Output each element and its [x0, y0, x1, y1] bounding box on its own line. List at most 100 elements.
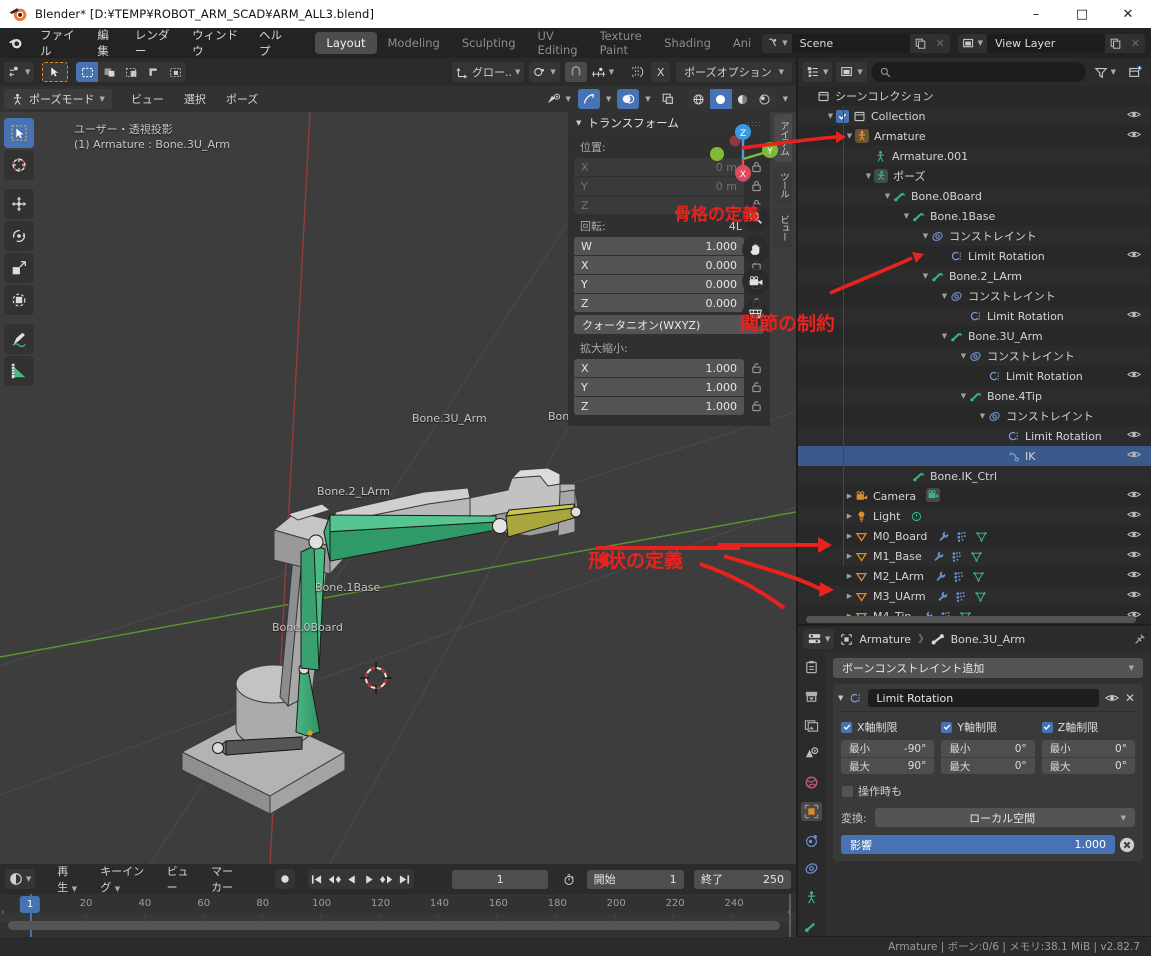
expand-triangle-icon[interactable]: ▼	[825, 112, 836, 120]
lock-icon[interactable]	[751, 362, 762, 374]
scene-name-field[interactable]: Scene	[791, 33, 910, 53]
row-visibility-toggle[interactable]	[1127, 549, 1141, 560]
frame-start-field[interactable]: 開始 1	[586, 869, 684, 889]
rotation-field-Z[interactable]: Z 0.000	[574, 294, 744, 312]
workspace-tab-uv-editing[interactable]: UV Editing	[527, 25, 589, 61]
outliner-row-LimitRotation[interactable]: Limit Rotation	[798, 366, 1151, 386]
eye-icon[interactable]	[1104, 692, 1119, 704]
workspace-tab-modeling[interactable]: Modeling	[377, 32, 451, 54]
outliner-row-[interactable]: シーンコレクション	[798, 86, 1151, 106]
row-visibility-toggle[interactable]	[1127, 489, 1141, 500]
stopwatch-icon[interactable]	[563, 872, 575, 887]
pan-view-button[interactable]	[742, 236, 769, 263]
scene-unlink-button[interactable]: ✕	[930, 33, 950, 53]
minimize-button[interactable]: –	[1013, 0, 1059, 28]
shading-wireframe-button[interactable]	[687, 89, 710, 109]
eye-icon[interactable]	[1127, 449, 1141, 460]
scale-field-Y[interactable]: Y 1.000	[574, 378, 744, 396]
overlays-dropdown[interactable]: ▼	[642, 89, 653, 109]
mode-selector[interactable]: ポーズモード ▼	[4, 89, 112, 109]
view-layer-new-button[interactable]	[1105, 33, 1127, 53]
material-icon[interactable]	[953, 570, 966, 583]
row-visibility-toggle[interactable]	[1127, 309, 1141, 320]
tool-annotate[interactable]	[4, 324, 34, 354]
xray-toggle-button[interactable]	[657, 89, 679, 109]
viewport-menu-0[interactable]: ビュー	[122, 89, 173, 109]
maximize-button[interactable]: □	[1059, 0, 1105, 28]
workspace-tab-sculpting[interactable]: Sculpting	[451, 32, 527, 54]
new-collection-button[interactable]	[1124, 62, 1147, 82]
expand-triangle-icon[interactable]: ▶	[844, 592, 855, 600]
limit-min-field-2[interactable]: 最小 0°	[1042, 740, 1135, 757]
outliner-row-LimitRotation[interactable]: Limit Rotation	[798, 306, 1151, 326]
next-keyframe-button[interactable]	[378, 869, 396, 889]
eye-icon[interactable]	[1127, 589, 1141, 600]
view-axis-gizmo[interactable]: Z Y X	[704, 120, 782, 198]
menu-4[interactable]: ヘルプ	[250, 24, 297, 62]
expand-triangle-icon[interactable]: ▶	[844, 512, 855, 520]
outliner-row-Collection[interactable]: ▼ Collection	[798, 106, 1151, 126]
outliner-row-[interactable]: ▼ コンストレイント	[798, 346, 1151, 366]
outliner-row-[interactable]: ▼ コンストレイント	[798, 226, 1151, 246]
row-visibility-toggle[interactable]	[1127, 529, 1141, 540]
workspace-tab-texture-paint[interactable]: Texture Paint	[589, 25, 654, 61]
select-difference-button[interactable]	[142, 62, 165, 82]
camera-data-icon[interactable]	[926, 488, 941, 504]
timeline-menu-0[interactable]: 再生 ▼	[48, 861, 88, 897]
workspace-tab-ani[interactable]: Ani	[722, 32, 762, 54]
modifier-icon[interactable]	[934, 570, 947, 583]
animate-property-icon[interactable]	[1119, 837, 1135, 853]
outliner-row-[interactable]: ▼ コンストレイント	[798, 286, 1151, 306]
tab-physics[interactable]	[801, 830, 822, 850]
eye-icon[interactable]	[1127, 429, 1141, 440]
eye-icon[interactable]	[1127, 489, 1141, 500]
play-reverse-button[interactable]	[342, 869, 361, 889]
lock-scale-Y[interactable]	[748, 381, 764, 393]
outliner-row-Camera[interactable]: ▶ Camera	[798, 486, 1151, 506]
row-visibility-toggle[interactable]	[1127, 449, 1141, 460]
shading-dropdown[interactable]: ▼	[779, 89, 792, 109]
expand-triangle-icon[interactable]: ▶	[844, 532, 855, 540]
tab-view-layer[interactable]	[801, 744, 822, 764]
rotation-field-W[interactable]: W 1.000	[574, 237, 744, 255]
tab-output[interactable]	[801, 715, 822, 735]
outliner-search-input[interactable]	[870, 62, 1086, 82]
affect-transform-checkbox[interactable]	[842, 785, 853, 797]
mesh-data-icon[interactable]	[970, 550, 983, 563]
tab-constraints[interactable]	[801, 859, 822, 879]
x-mirror-toggle[interactable]: X	[651, 62, 671, 82]
play-button[interactable]	[360, 869, 379, 889]
eye-icon[interactable]	[1127, 529, 1141, 540]
camera-view-button[interactable]	[742, 268, 769, 295]
shading-rendered-button[interactable]	[753, 89, 776, 109]
visibility-button[interactable]: ▼	[543, 89, 574, 109]
outliner-row-LimitRotation[interactable]: Limit Rotation	[798, 426, 1151, 446]
row-visibility-toggle[interactable]	[1127, 569, 1141, 580]
limit-axis-checkbox-2[interactable]	[1041, 721, 1053, 733]
mesh-data-icon[interactable]	[975, 530, 988, 543]
display-mode-button[interactable]: ▼	[836, 62, 867, 82]
pivot-point-button[interactable]: ▼	[529, 62, 560, 82]
limit-min-field-1[interactable]: 最小 0°	[941, 740, 1034, 757]
outliner-tree[interactable]: シーンコレクション ▼ Collection ▼ Armature Armature.00…	[798, 86, 1151, 624]
outliner-filter-button[interactable]: ▼	[1090, 62, 1120, 82]
limit-axis-checkbox-row-2[interactable]: Z軸制限	[1041, 719, 1135, 735]
tool-measure[interactable]	[4, 356, 34, 386]
outliner-row-M0_Board[interactable]: ▶ M0_Board	[798, 526, 1151, 546]
collapse-triangle-icon[interactable]: ▼	[838, 694, 843, 702]
rotation-field-Y[interactable]: Y 0.000	[574, 275, 744, 293]
breadcrumb-object-label[interactable]: Armature	[859, 633, 911, 646]
timeline-right-collapse-icon[interactable]: ‹	[787, 907, 791, 918]
material-icon[interactable]	[956, 530, 969, 543]
tab-tool[interactable]	[801, 658, 822, 678]
jump-end-button[interactable]	[395, 869, 414, 889]
row-visibility-toggle[interactable]	[1127, 109, 1141, 120]
row-visibility-toggle[interactable]	[1127, 249, 1141, 260]
tool-rotate[interactable]	[4, 221, 34, 251]
eye-icon[interactable]	[1127, 309, 1141, 320]
tab-armature-data[interactable]	[801, 888, 822, 908]
limit-max-field-2[interactable]: 最大 0°	[1041, 757, 1135, 774]
expand-triangle-icon[interactable]: ▼	[977, 412, 988, 420]
tool-scale[interactable]	[4, 253, 34, 283]
outliner-row-Bone.1Base[interactable]: ▼ Bone.1Base	[798, 206, 1151, 226]
